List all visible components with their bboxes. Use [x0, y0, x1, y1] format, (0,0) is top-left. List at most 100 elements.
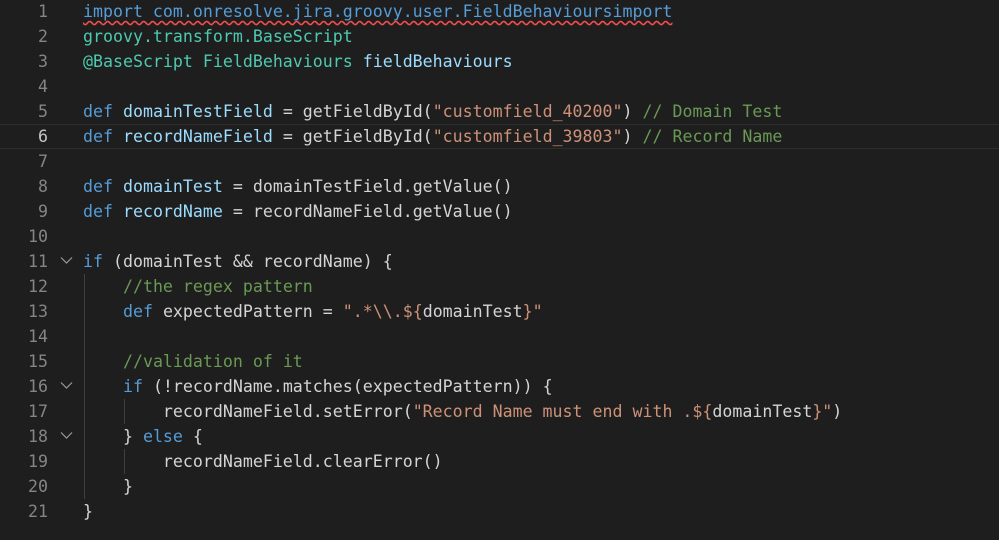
indent-guide	[84, 274, 85, 499]
code-line[interactable]: 10	[0, 224, 999, 249]
code-token: }"	[812, 402, 833, 421]
code-token: (!recordName.matches(expectedPattern)) {	[142, 377, 553, 396]
code-text: @BaseScript FieldBehaviours fieldBehavio…	[83, 49, 513, 74]
code-text: if (domainTest && recordName) {	[83, 249, 393, 274]
code-token: recordNameField.clearError()	[83, 452, 443, 471]
code-line[interactable]: 20 }	[0, 474, 999, 499]
fold-chevron-icon[interactable]	[60, 374, 74, 399]
line-number: 12	[28, 277, 48, 296]
code-line[interactable]: 6 def recordNameField = getFieldById("cus…	[0, 124, 999, 149]
code-line[interactable]: 1 import com.onresolve.jira.groovy.user.F…	[0, 0, 999, 24]
code-token: def	[122, 302, 163, 321]
code-token: {	[182, 427, 203, 446]
code-token: }"	[522, 302, 543, 321]
code-token: else	[142, 427, 183, 446]
code-token: "customfield_40200"	[432, 102, 623, 121]
fold-chevron-icon[interactable]	[60, 424, 74, 449]
line-number: 15	[28, 352, 48, 371]
code-text: def domainTest = domainTestField.getValu…	[83, 174, 513, 199]
line-number: 14	[28, 327, 48, 346]
code-line[interactable]: 21}	[0, 499, 999, 524]
code-text: def recordName = recordNameField.getValu…	[83, 199, 513, 224]
fold-chevron-icon[interactable]	[60, 249, 74, 274]
code-token: expectedPattern =	[162, 302, 343, 321]
code-token: fieldBehaviours	[362, 52, 513, 71]
code-line[interactable]: 18 } else {	[0, 424, 999, 449]
line-number: 17	[28, 402, 48, 421]
code-token: domainTest	[712, 402, 813, 421]
code-line[interactable]: 4	[0, 74, 999, 99]
code-token: = getFieldById(	[272, 127, 433, 146]
code-line[interactable]: 2 groovy.transform.BaseScript	[0, 24, 999, 49]
code-text: } else {	[83, 424, 203, 449]
code-line[interactable]: 9 def recordName = recordNameField.getVal…	[0, 199, 999, 224]
code-token: domainTest	[122, 177, 223, 196]
line-number: 21	[28, 502, 48, 521]
line-number: 8	[38, 177, 48, 196]
code-token: domainTest	[422, 302, 523, 321]
line-number: 9	[38, 202, 48, 221]
code-text: def expectedPattern = ".*\\.${domainTest…	[83, 299, 543, 324]
code-text: def recordNameField = getFieldById("cust…	[83, 124, 782, 149]
code-token: def	[83, 102, 123, 121]
code-token: )	[622, 102, 643, 121]
code-line[interactable]: 16 if (!recordName.matches(expectedPatte…	[0, 374, 999, 399]
code-text: }	[83, 499, 93, 524]
code-text: //the regex pattern	[83, 274, 313, 299]
code-text: recordNameField.setError("Record Name mu…	[83, 399, 842, 424]
code-token: recordNameField	[122, 127, 273, 146]
line-number: 4	[38, 77, 48, 96]
line-number: 5	[38, 102, 48, 121]
code-token: }	[83, 427, 143, 446]
code-line[interactable]: 8 def domainTest = domainTestField.getVal…	[0, 174, 999, 199]
line-number: 3	[38, 52, 48, 71]
code-token: }	[83, 502, 93, 521]
code-token: if	[83, 252, 103, 271]
code-token: }	[83, 477, 133, 496]
code-text: if (!recordName.matches(expectedPattern)…	[83, 374, 553, 399]
code-token: "Record Name must end with .${	[412, 402, 713, 421]
code-text: recordNameField.clearError()	[83, 449, 443, 474]
code-line[interactable]: 11 if (domainTest && recordName) {	[0, 249, 999, 274]
line-number: 7	[38, 152, 48, 171]
code-token: = recordNameField.getValue()	[222, 202, 513, 221]
code-token: (domainTest && recordName) {	[102, 252, 393, 271]
line-number: 19	[28, 452, 48, 471]
code-line[interactable]: 5 def domainTestField = getFieldById("cus…	[0, 99, 999, 124]
code-line[interactable]: 19 recordNameField.clearError()	[0, 449, 999, 474]
code-text: import com.onresolve.jira.groovy.user.Fi…	[83, 0, 672, 24]
code-token: groovy.transform.BaseScript	[83, 27, 353, 46]
code-token: //validation of it	[122, 352, 303, 371]
code-token: )	[832, 402, 843, 421]
code-line[interactable]: 17 recordNameField.setError("Record Name…	[0, 399, 999, 424]
code-text: def domainTestField = getFieldById("cust…	[83, 99, 782, 124]
code-token: = domainTestField.getValue()	[222, 177, 513, 196]
code-text: }	[83, 474, 133, 499]
code-token: import com.onresolve.jira.groovy.user.Fi…	[83, 2, 673, 21]
line-number: 20	[28, 477, 48, 496]
line-number: 13	[28, 302, 48, 321]
line-number: 2	[38, 27, 48, 46]
code-line[interactable]: 13 def expectedPattern = ".*\\.${domainT…	[0, 299, 999, 324]
code-token: // Record Name	[642, 127, 783, 146]
code-line[interactable]: 14	[0, 324, 999, 349]
line-number: 11	[28, 252, 48, 271]
code-token: ".*\\.${	[342, 302, 423, 321]
line-number: 18	[28, 427, 48, 446]
code-token: recordNameField.setError(	[83, 402, 413, 421]
line-number: 1	[38, 2, 48, 21]
code-line[interactable]: 3 @BaseScript FieldBehaviours fieldBehavi…	[0, 49, 999, 74]
code-line[interactable]: 7	[0, 149, 999, 174]
code-editor[interactable]: 1 import com.onresolve.jira.groovy.user.F…	[0, 0, 999, 540]
code-token: def	[83, 127, 123, 146]
code-line[interactable]: 15 //validation of it	[0, 349, 999, 374]
code-token: if	[122, 377, 143, 396]
code-token: = getFieldById(	[272, 102, 433, 121]
code-line[interactable]: 12 //the regex pattern	[0, 274, 999, 299]
code-token: //the regex pattern	[122, 277, 313, 296]
code-token: def	[83, 202, 123, 221]
